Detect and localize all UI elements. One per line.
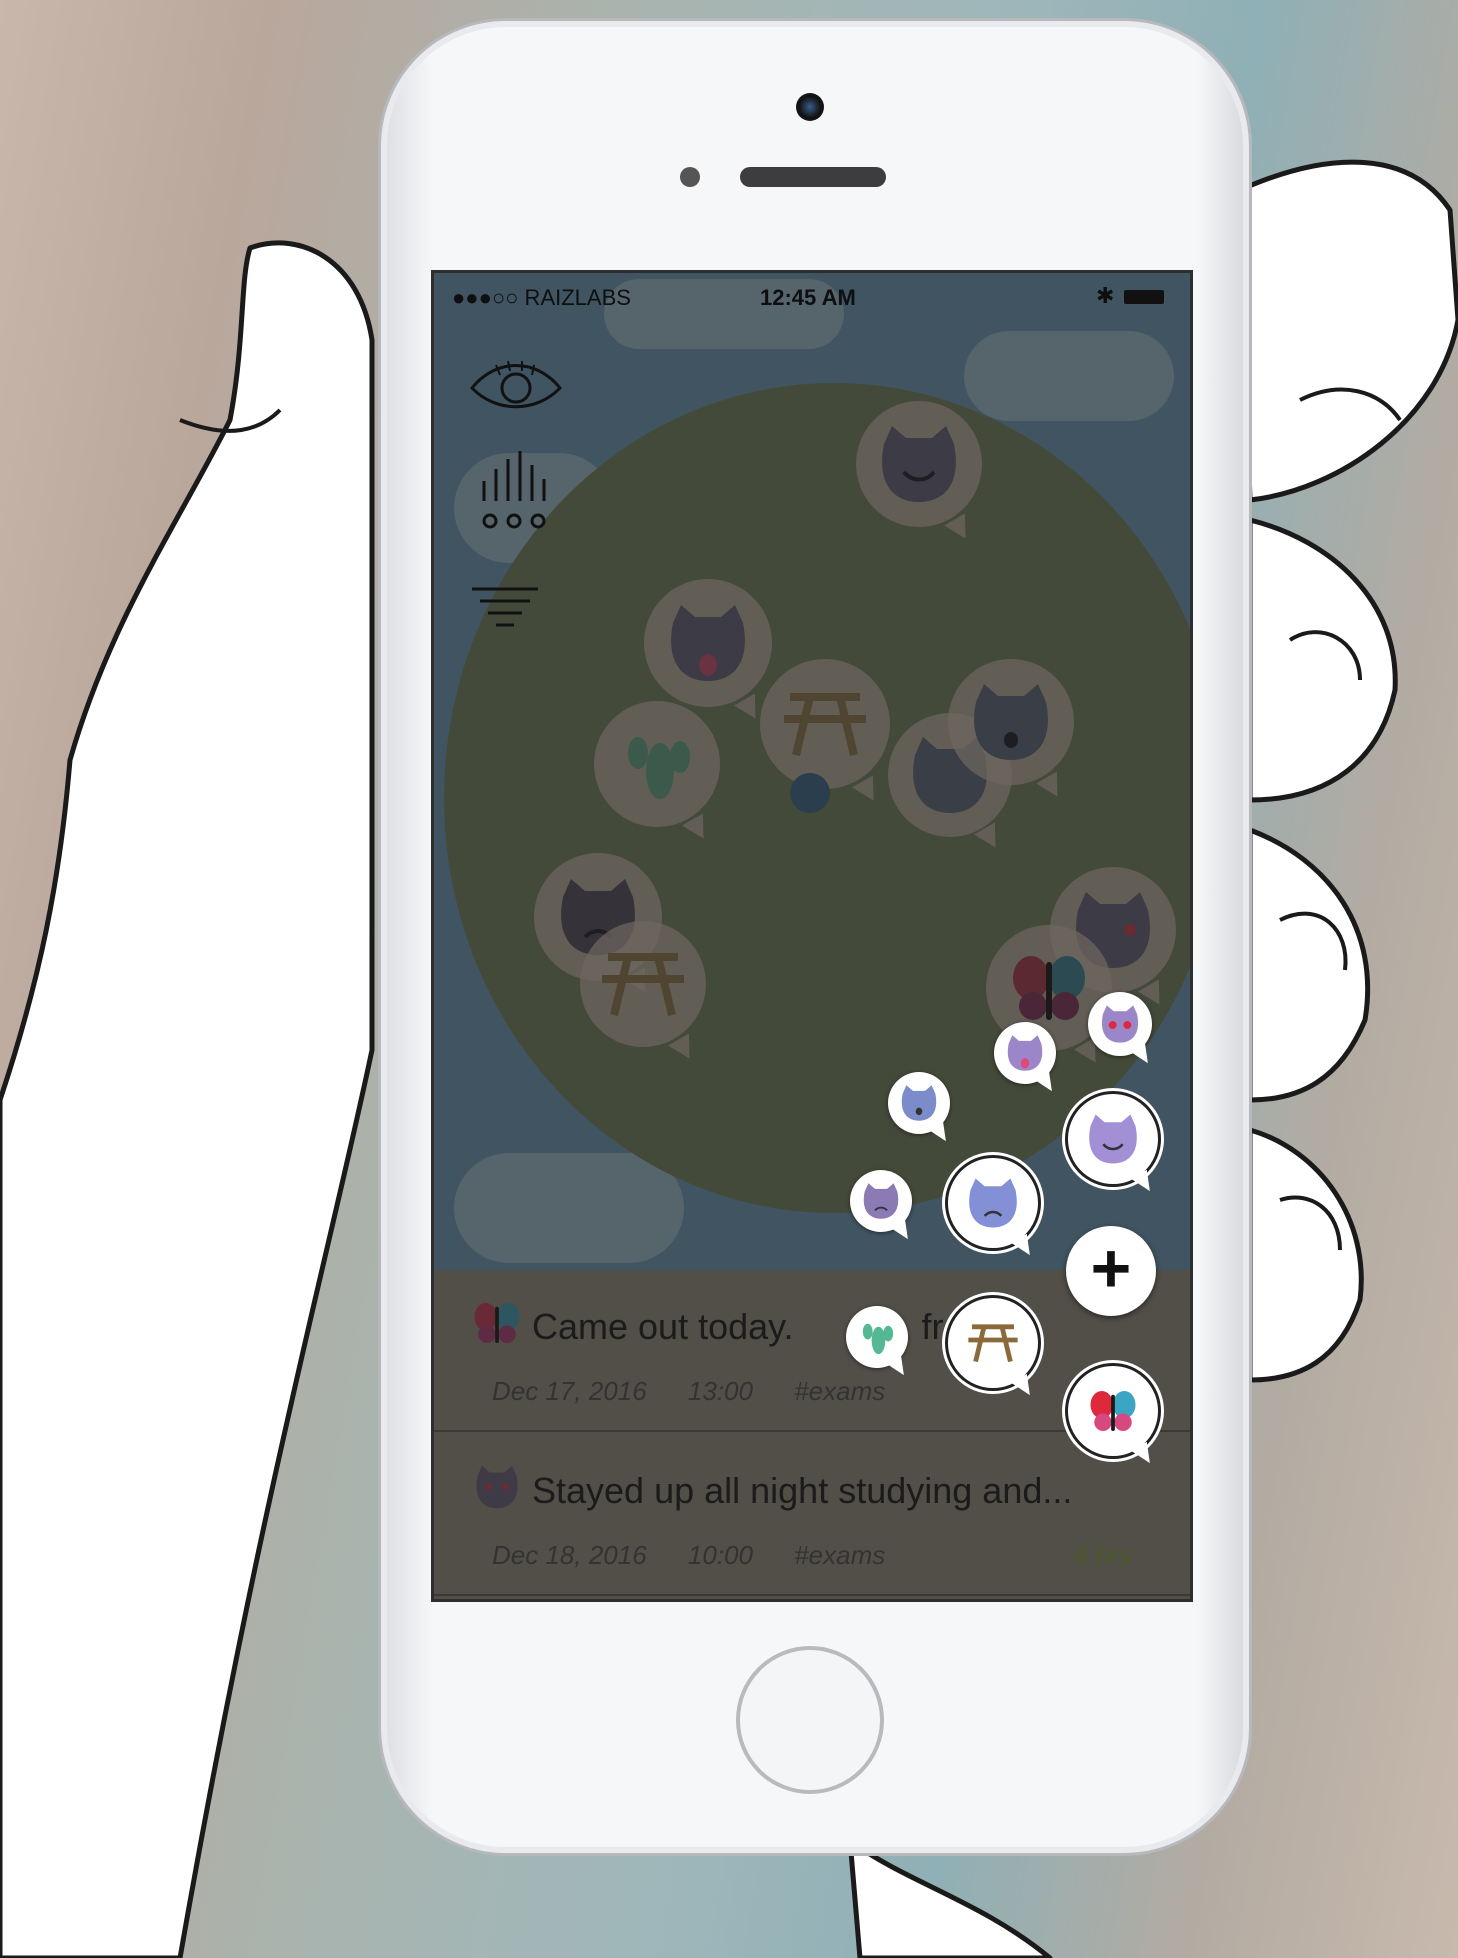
post-title-text: Came out today. xyxy=(532,1306,794,1347)
map-bubble-happy-cat[interactable] xyxy=(856,401,982,527)
picnic-table-icon xyxy=(784,693,866,756)
clock-label: 12:45 AM xyxy=(760,285,856,310)
tongue-cat-icon xyxy=(1007,1035,1043,1071)
bluetooth-icon: ✱ xyxy=(1096,283,1115,308)
current-location-dot xyxy=(790,773,830,813)
picnic-table-icon xyxy=(968,1324,1018,1363)
post-meta: Dec 17, 2016 13:00 #exams xyxy=(492,1376,919,1407)
happy-cat-icon xyxy=(882,426,956,502)
butterfly-icon xyxy=(1013,956,1085,1020)
picker-sad-cat[interactable] xyxy=(948,1158,1038,1248)
sad-cat-icon xyxy=(969,1178,1017,1228)
angry-cat-icon xyxy=(863,1183,899,1219)
post-tag[interactable]: #exams xyxy=(794,1376,885,1406)
volume-bars-icon[interactable] xyxy=(472,441,562,541)
filter-icon[interactable] xyxy=(470,583,540,633)
add-button[interactable]: + xyxy=(1066,1226,1156,1316)
post-title: Stayed up all night studying and... xyxy=(532,1470,1073,1511)
post-time: 10:00 xyxy=(687,1540,753,1570)
heart-eyes-cat-icon xyxy=(1101,1005,1139,1043)
post-date: Dec 17, 2016 xyxy=(492,1376,647,1406)
earpiece-speaker xyxy=(740,167,886,187)
picker-tongue-cat[interactable] xyxy=(994,1022,1056,1084)
eye-icon[interactable] xyxy=(466,353,566,423)
map-bubble-picnic-table[interactable] xyxy=(760,659,890,789)
post-title-tail: fr xyxy=(921,1306,944,1347)
picker-angry-cat[interactable] xyxy=(850,1170,912,1232)
carrier-label: ●●●○○ RAIZLABS xyxy=(452,285,631,310)
post-time: 13:00 xyxy=(687,1376,753,1406)
heart-eyes-cat-icon xyxy=(476,1465,518,1509)
picker-heart-eyes-cat[interactable] xyxy=(1088,992,1152,1056)
feed-post[interactable]: Stayed up all night studying and... Dec … xyxy=(434,1434,1190,1596)
status-bar: ●●●○○ RAIZLABS 12:45 AM ✱ xyxy=(434,273,1190,321)
post-tag[interactable]: #exams xyxy=(794,1540,885,1570)
post-date: Dec 18, 2016 xyxy=(492,1540,647,1570)
map-bubble-tongue-cat[interactable] xyxy=(644,579,772,707)
cloud xyxy=(964,331,1174,421)
picker-cactus[interactable] xyxy=(846,1306,908,1368)
post-ago: 6 hrs xyxy=(1074,1540,1132,1570)
butterfly-icon xyxy=(1090,1391,1136,1431)
crying-cat-icon xyxy=(974,684,1048,760)
cactus-icon xyxy=(628,737,690,799)
proximity-sensor xyxy=(680,167,700,187)
crying-cat-icon xyxy=(901,1085,937,1121)
butterfly-icon xyxy=(474,1303,520,1343)
post-title: Came out today. fr !! xyxy=(532,1306,1006,1348)
picker-butterfly[interactable] xyxy=(1068,1366,1158,1456)
picker-picnic-table[interactable] xyxy=(948,1298,1038,1388)
happy-cat-icon xyxy=(1089,1114,1137,1164)
home-button[interactable] xyxy=(736,1646,884,1794)
picker-crying-cat[interactable] xyxy=(888,1072,950,1134)
picker-happy-cat[interactable] xyxy=(1068,1094,1158,1184)
picnic-table-icon xyxy=(602,953,684,1016)
cactus-icon xyxy=(862,1323,894,1355)
tongue-cat-icon xyxy=(671,605,745,681)
cloud xyxy=(454,1153,684,1263)
front-camera xyxy=(796,93,824,121)
battery-icon xyxy=(1124,290,1164,304)
map-bubble-cactus[interactable] xyxy=(594,701,720,827)
map-bubble-crying-cat[interactable] xyxy=(948,659,1074,785)
map-bubble-picnic-table[interactable] xyxy=(580,921,706,1047)
post-meta: Dec 18, 2016 10:00 #exams xyxy=(492,1540,919,1571)
